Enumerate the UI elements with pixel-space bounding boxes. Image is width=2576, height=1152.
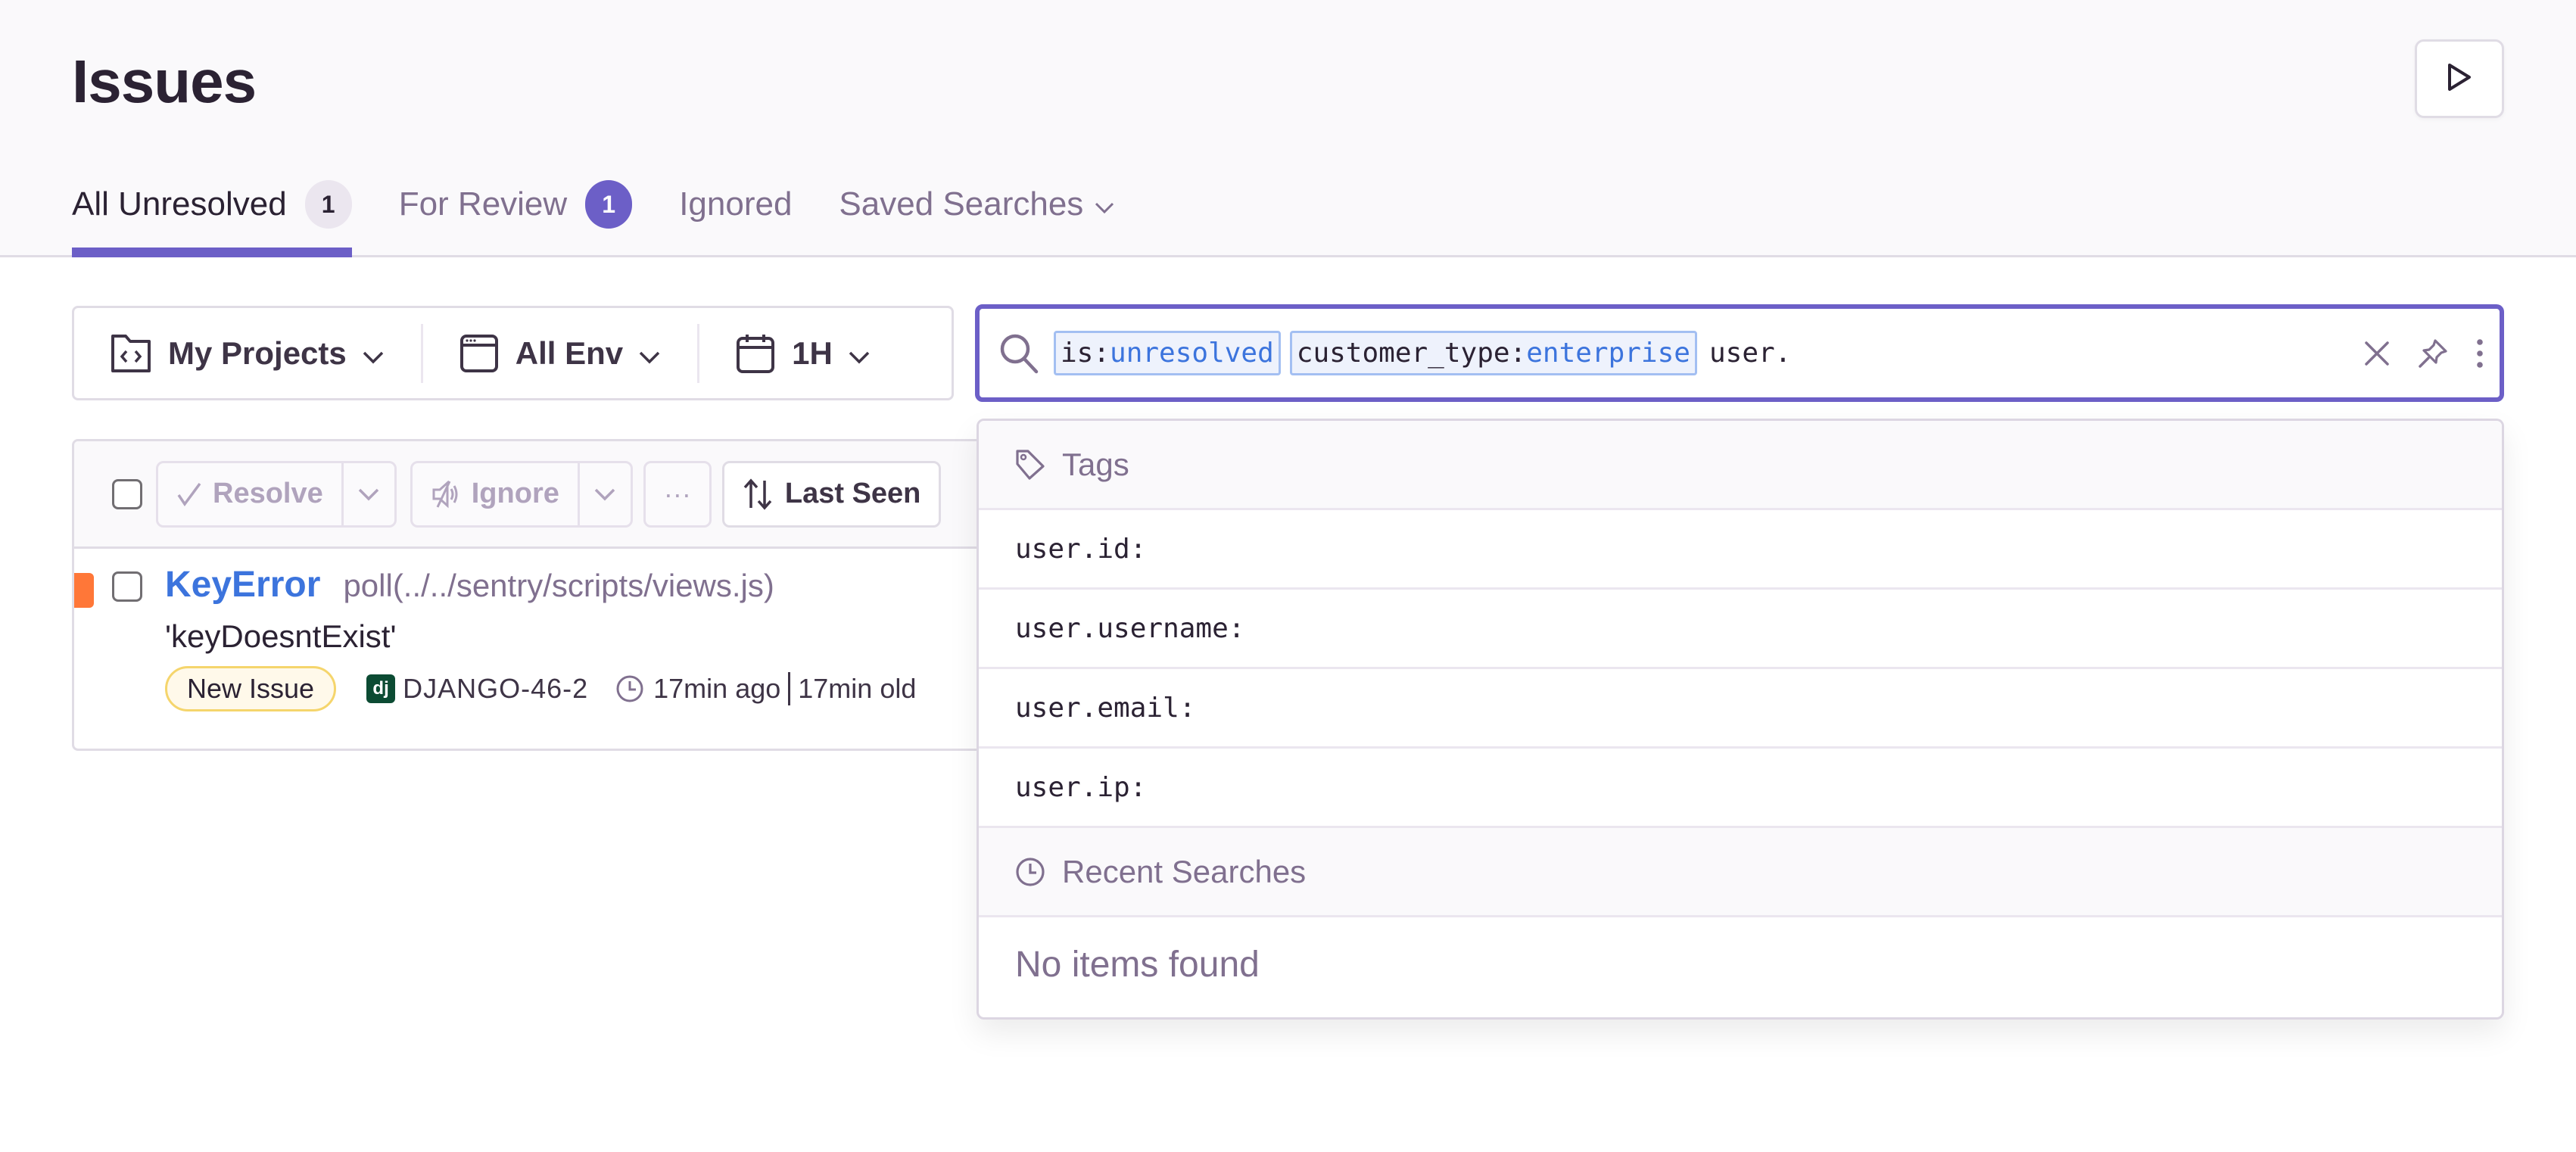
issue-tabs: All Unresolved 1 For Review 1 Ignored Sa… [72, 174, 1162, 257]
error-level-indicator [74, 573, 94, 608]
tab-label: For Review [398, 185, 568, 223]
sort-label: Last Seen [784, 478, 921, 509]
tab-count-badge: 1 [304, 180, 352, 229]
page-filter-bar: My Projects All Env 1H [72, 306, 954, 400]
recent-searches-header: Recent Searches [979, 828, 2502, 917]
tag-suggestion-user-id[interactable]: user.id: [979, 510, 2502, 590]
resolve-dropdown-button[interactable] [341, 462, 394, 525]
issue-meta: New Issue dj DJANGO-46-2 17min ago 17min… [165, 666, 916, 711]
project-selector[interactable]: My Projects [74, 308, 421, 398]
token-value: enterprise [1526, 338, 1690, 369]
ignore-label: Ignore [471, 478, 559, 509]
divider [788, 672, 791, 705]
issue-type-link[interactable]: KeyError [165, 564, 320, 606]
token-value: unresolved [1110, 338, 1274, 369]
issue-title: KeyError poll(../../sentry/scripts/views… [165, 564, 774, 606]
tag-suggestion-user-username[interactable]: user.username: [979, 590, 2502, 669]
play-icon [2447, 62, 2472, 96]
tab-label: All Unresolved [72, 185, 287, 223]
tags-header-label: Tags [1062, 446, 1129, 482]
last-seen-time: 17min ago [653, 673, 781, 704]
issue-location: poll(../../sentry/scripts/views.js) [343, 568, 774, 603]
time-range-selector[interactable]: 1H [699, 308, 907, 398]
mute-icon [431, 479, 461, 509]
chevron-down-icon [638, 335, 661, 372]
issue-short-id[interactable]: DJANGO-46-2 [403, 673, 588, 705]
token-key: is: [1061, 338, 1110, 369]
search-token[interactable]: customer_type:enterprise [1289, 331, 1697, 375]
clock-icon [615, 674, 644, 703]
token-key: customer_type: [1296, 338, 1527, 369]
environment-selector[interactable]: All Env [423, 308, 697, 398]
resolve-button-group: Resolve [156, 460, 397, 528]
ignore-button-group: Ignore [410, 460, 633, 528]
sort-button[interactable]: Last Seen [721, 460, 942, 528]
first-seen-age: 17min old [798, 673, 917, 704]
more-actions-button[interactable]: ··· [643, 460, 712, 528]
clear-icon[interactable] [2363, 340, 2391, 367]
recent-searches-label: Recent Searches [1062, 853, 1307, 889]
chevron-down-icon [848, 335, 871, 372]
chevron-down-icon [1094, 185, 1115, 223]
tab-count-badge: 1 [585, 180, 633, 229]
tag-icon [1015, 449, 1045, 481]
search-query[interactable]: is:unresolved customer_type:enterprise u… [1054, 331, 1791, 375]
issue-message: 'keyDoesntExist' [165, 618, 397, 654]
issue-checkbox[interactable] [112, 571, 142, 602]
checkmark-icon [176, 481, 202, 507]
clock-icon [1015, 857, 1045, 887]
search-icon [999, 333, 1039, 374]
play-button[interactable] [2415, 39, 2504, 118]
tag-suggestion-user-email[interactable]: user.email: [979, 669, 2502, 749]
tab-label: Saved Searches [839, 185, 1084, 223]
new-issue-badge: New Issue [165, 666, 337, 711]
issue-row[interactable]: KeyError poll(../../sentry/scripts/views… [74, 549, 1008, 749]
chevron-down-icon [362, 335, 385, 372]
django-platform-icon: dj [366, 674, 396, 703]
browser-window-icon [459, 334, 499, 373]
environment-selector-label: All Env [515, 335, 624, 371]
resolve-label: Resolve [213, 478, 323, 509]
project-folder-icon [111, 334, 151, 373]
project-selector-label: My Projects [168, 335, 347, 371]
tab-all-unresolved[interactable]: All Unresolved 1 [72, 174, 352, 257]
tab-for-review[interactable]: For Review 1 [399, 174, 633, 235]
more-vertical-icon[interactable] [2475, 338, 2484, 369]
search-free-text: user. [1709, 338, 1792, 369]
resolve-button[interactable]: Resolve [158, 463, 341, 525]
search-actions [2336, 309, 2484, 397]
pin-icon[interactable] [2418, 338, 2448, 369]
tab-saved-searches[interactable]: Saved Searches [839, 174, 1115, 235]
chevron-down-icon [357, 487, 380, 501]
issue-search-input[interactable]: is:unresolved customer_type:enterprise u… [975, 304, 2504, 402]
ellipsis-icon: ··· [663, 478, 691, 509]
issue-actions-bar: Resolve Ignore ··· Last Seen [74, 441, 1008, 549]
chevron-down-icon [593, 487, 616, 501]
empty-state-message: No items found [1015, 945, 1260, 985]
search-token[interactable]: is:unresolved [1054, 331, 1281, 375]
select-all-checkbox[interactable] [112, 478, 142, 509]
tab-label: Ignored [679, 185, 793, 223]
page-title: Issues [72, 48, 257, 115]
search-autocomplete-dropdown: Tags user.id: user.username: user.email:… [977, 419, 2504, 1020]
ignore-dropdown-button[interactable] [577, 462, 631, 525]
sort-arrows-icon [743, 478, 773, 510]
page-header: Issues All Unresolved 1 For Review 1 Ign… [0, 0, 2576, 257]
ignore-button[interactable]: Ignore [413, 463, 578, 525]
calendar-icon [736, 333, 775, 374]
issue-list: Resolve Ignore ··· Last Seen KeyError po… [72, 439, 1011, 751]
tag-suggestion-user-ip[interactable]: user.ip: [979, 749, 2502, 828]
time-range-label: 1H [792, 335, 833, 371]
tab-ignored[interactable]: Ignored [679, 174, 792, 235]
tags-group-header: Tags [979, 421, 2502, 510]
